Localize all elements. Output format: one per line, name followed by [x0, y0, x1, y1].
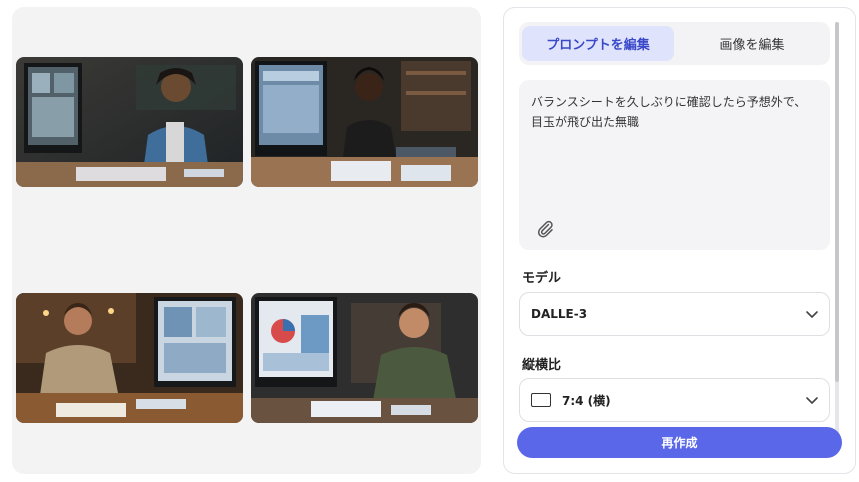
edit-mode-tabs: プロンプトを編集 画像を編集 — [519, 22, 830, 65]
aspect-ratio-select[interactable]: 7:4 (横) — [519, 378, 830, 422]
model-label: モデル — [522, 271, 562, 286]
model-selected-value: DALLE-3 — [531, 307, 588, 321]
tab-edit-prompt[interactable]: プロンプトを編集 — [522, 26, 674, 61]
landscape-ratio-icon — [531, 393, 551, 407]
regenerate-button[interactable]: 再作成 — [517, 427, 842, 458]
panel-scrollbar-thumb[interactable] — [835, 22, 839, 382]
prompt-input[interactable]: バランスシートを久しぶりに確認したら予想外で、目玉が飛び出た無職 — [519, 80, 830, 250]
aspect-ratio-label: 縦横比 — [522, 358, 562, 373]
generated-image-4[interactable] — [251, 293, 478, 423]
image-gallery — [12, 7, 481, 474]
generated-image-2[interactable] — [251, 57, 478, 187]
edit-panel: プロンプトを編集 画像を編集 バランスシートを久しぶりに確認したら予想外で、目玉… — [503, 7, 856, 474]
chevron-down-icon — [806, 397, 818, 404]
model-select[interactable]: DALLE-3 — [519, 292, 830, 336]
generated-image-3[interactable] — [16, 293, 243, 423]
chevron-down-icon — [806, 311, 818, 318]
aspect-ratio-selected-value: 7:4 (横) — [562, 393, 611, 408]
prompt-text[interactable]: バランスシートを久しぶりに確認したら予想外で、目玉が飛び出た無職 — [531, 92, 818, 132]
generated-image-1[interactable] — [16, 57, 243, 187]
tab-edit-image[interactable]: 画像を編集 — [676, 26, 828, 61]
paperclip-icon[interactable] — [535, 218, 555, 238]
